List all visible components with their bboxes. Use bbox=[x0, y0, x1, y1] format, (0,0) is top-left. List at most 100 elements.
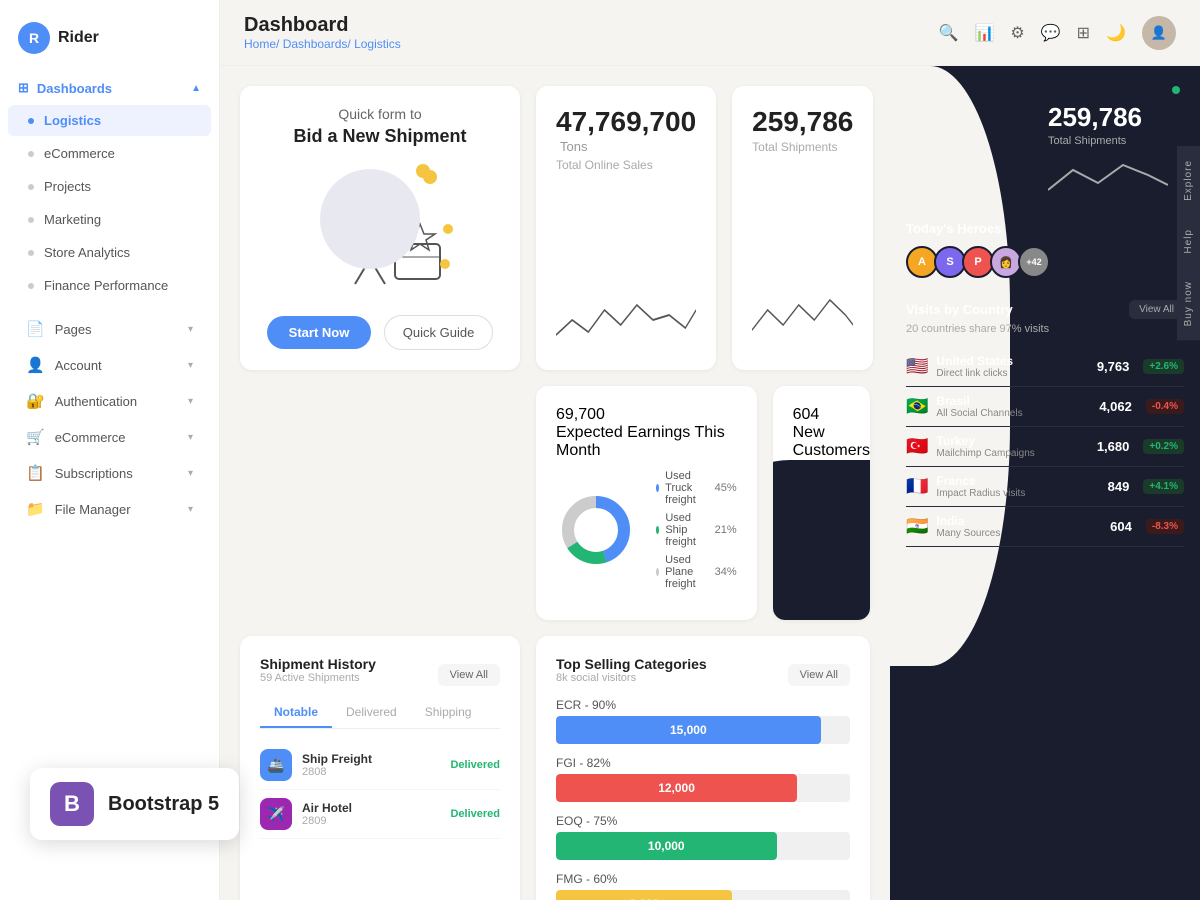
shipment-tabs: Notable Delivered Shipping bbox=[260, 698, 500, 729]
visits-view-all-button[interactable]: View All bbox=[1129, 300, 1184, 319]
main-area: Dashboard Home/ Dashboards/ Logistics 🔍 … bbox=[220, 0, 1200, 900]
sidebar-item-file-manager[interactable]: 📁 File Manager ▾ bbox=[8, 492, 211, 526]
right-heroes-section: Today's Heroes A S P 👩 +42 bbox=[890, 221, 1200, 288]
dashboards-label: Dashboards bbox=[37, 81, 112, 96]
header: Dashboard Home/ Dashboards/ Logistics 🔍 … bbox=[220, 0, 1200, 66]
visits-header: Visits by Country View All bbox=[906, 300, 1184, 319]
breadcrumb: Home/ Dashboards/ Logistics bbox=[244, 37, 401, 51]
country-info-us: United States Direct link clicks bbox=[936, 354, 1088, 379]
right-hero-more: +42 bbox=[1018, 246, 1050, 278]
categories-view-all-button[interactable]: View All bbox=[788, 664, 850, 686]
online-sales-card: 47,769,700 Tons Total Online Sales bbox=[536, 86, 716, 370]
cat-fill-ecr: 15,000 bbox=[556, 716, 821, 744]
donut-legend: Used Truck freight 45% Used Ship freight… bbox=[656, 470, 737, 590]
sidebar-item-logistics[interactable]: Logistics bbox=[8, 105, 211, 136]
country-tr: 🇹🇷 Turkey Mailchimp Campaigns 1,680 +0.2… bbox=[906, 427, 1184, 467]
categories-bars: ECR - 90% 15,000 FGI - 82% 12,000 bbox=[556, 698, 850, 900]
sidebar-item-marketing[interactable]: Marketing bbox=[8, 204, 211, 235]
shipment-history-card: Shipment History 59 Active Shipments Vie… bbox=[240, 636, 520, 900]
logo-name: Rider bbox=[58, 29, 99, 47]
tab-notable[interactable]: Notable bbox=[260, 698, 332, 728]
customers-number: 604 bbox=[793, 406, 820, 423]
sidebar-item-account[interactable]: 👤 Account ▾ bbox=[8, 348, 211, 382]
online-sales-unit: Tons bbox=[560, 139, 587, 154]
sidebar-item-ecommerce2[interactable]: 🛒 eCommerce ▾ bbox=[8, 420, 211, 454]
legend-truck: Used Truck freight 45% bbox=[656, 470, 737, 506]
flag-fr: 🇫🇷 bbox=[906, 476, 928, 497]
flag-us: 🇺🇸 bbox=[906, 356, 928, 377]
country-info-in: India Many Sources bbox=[936, 514, 1102, 539]
user-avatar[interactable]: 👤 bbox=[1142, 16, 1176, 50]
sidebar-item-store-analytics[interactable]: Store Analytics bbox=[8, 237, 211, 268]
buy-now-button[interactable]: Buy now bbox=[1177, 267, 1200, 340]
visits-section: Visits by Country View All 20 countries … bbox=[890, 288, 1200, 900]
earnings-number: 69,700 bbox=[556, 406, 737, 424]
shipment-view-all-button[interactable]: View All bbox=[438, 664, 500, 686]
tab-delivered[interactable]: Delivered bbox=[332, 698, 411, 728]
help-button[interactable]: Help bbox=[1177, 215, 1200, 268]
shipments-card: 259,786 Total Shipments bbox=[732, 86, 873, 370]
change-in: -8.3% bbox=[1146, 519, 1184, 534]
online-sales-label: Total Online Sales bbox=[556, 158, 696, 172]
categories-title: Top Selling Categories bbox=[556, 656, 707, 672]
header-left: Dashboard Home/ Dashboards/ Logistics bbox=[244, 14, 401, 51]
earnings-card: 69,700 Expected Earnings This Month bbox=[536, 386, 757, 620]
sidebar-item-authentication[interactable]: 🔐 Authentication ▾ bbox=[8, 384, 211, 418]
cat-bar-fgi: FGI - 82% 12,000 bbox=[556, 756, 850, 802]
search-icon[interactable]: 🔍 bbox=[939, 23, 959, 43]
sidebar-item-ecommerce[interactable]: eCommerce bbox=[8, 138, 211, 169]
message-icon[interactable]: 💬 bbox=[1041, 23, 1061, 43]
quick-form-card: Quick form to Bid a New Shipment bbox=[240, 86, 520, 370]
sidebar-item-pages[interactable]: 📄 Pages ▾ bbox=[8, 312, 211, 346]
quick-form-title: Bid a New Shipment bbox=[293, 126, 466, 147]
grid-icon[interactable]: ⊞ bbox=[1077, 23, 1090, 43]
logo[interactable]: R Rider bbox=[0, 10, 219, 72]
cat-bar-ecr: ECR - 90% 15,000 bbox=[556, 698, 850, 744]
shipment-item-2: ✈️ Air Hotel 2809 Delivered bbox=[260, 790, 500, 839]
shipment-history-title: Shipment History bbox=[260, 656, 376, 672]
tab-shipping[interactable]: Shipping bbox=[411, 698, 486, 728]
visits-title: Visits by Country bbox=[906, 302, 1013, 317]
logo-circle: R bbox=[18, 22, 50, 54]
ship-name-2: Air Hotel bbox=[302, 801, 440, 815]
change-fr: +4.1% bbox=[1143, 479, 1184, 494]
ship-info-2: Air Hotel 2809 bbox=[302, 801, 440, 827]
visits-subtitle: 20 countries share 97% visits bbox=[906, 323, 1184, 335]
categories-header: Top Selling Categories 8k social visitor… bbox=[556, 656, 850, 694]
change-us: +2.6% bbox=[1143, 359, 1184, 374]
country-br: 🇧🇷 Brasil All Social Channels 4,062 -0.4… bbox=[906, 387, 1184, 427]
right-heroes-title: Today's Heroes bbox=[906, 221, 1184, 236]
content-area: Quick form to Bid a New Shipment bbox=[220, 66, 1200, 900]
sidebar-group-dashboards[interactable]: ⊞ Dashboards ▲ bbox=[0, 72, 219, 104]
sidebar-item-projects[interactable]: Projects bbox=[8, 171, 211, 202]
center-panel: Quick form to Bid a New Shipment bbox=[220, 66, 890, 900]
second-row: 69,700 Expected Earnings This Month bbox=[240, 386, 870, 620]
chart-icon[interactable]: 📊 bbox=[974, 23, 994, 43]
shipments-number: 259,786 bbox=[752, 106, 853, 137]
start-now-button[interactable]: Start Now bbox=[267, 316, 372, 349]
cat-fill-fgi: 12,000 bbox=[556, 774, 797, 802]
ship-id-1: 2808 bbox=[302, 766, 440, 778]
bottom-cards-row: Shipment History 59 Active Shipments Vie… bbox=[240, 636, 870, 900]
country-in: 🇮🇳 India Many Sources 604 -8.3% bbox=[906, 507, 1184, 547]
quick-guide-button[interactable]: Quick Guide bbox=[384, 315, 494, 350]
bootstrap-watermark: B Bootstrap 5 bbox=[30, 768, 239, 840]
sidebar-item-subscriptions[interactable]: 📋 Subscriptions ▾ bbox=[8, 456, 211, 490]
customers-card: 604 New Customers This Month Today's Her… bbox=[773, 386, 870, 620]
bootstrap-logo: B bbox=[50, 782, 94, 826]
sidebar-item-finance-performance[interactable]: Finance Performance bbox=[8, 270, 211, 301]
explore-button[interactable]: Explore bbox=[1177, 146, 1200, 215]
shipment-history-header: Shipment History 59 Active Shipments Vie… bbox=[260, 656, 500, 694]
ship-icon-1: 🚢 bbox=[260, 749, 292, 781]
categories-card: Top Selling Categories 8k social visitor… bbox=[536, 636, 870, 900]
right-shipments-lbl: Total Shipments bbox=[1048, 135, 1168, 147]
settings-icon[interactable]: ⚙ bbox=[1010, 23, 1024, 43]
country-info-fr: France Impact Radius visits bbox=[936, 474, 1099, 499]
dark-mode-toggle[interactable]: 🌙 bbox=[1106, 23, 1126, 43]
online-sales-number: 47,769,700 bbox=[556, 106, 696, 137]
quick-form-buttons: Start Now Quick Guide bbox=[267, 315, 494, 350]
cat-fill-eoq: 10,000 bbox=[556, 832, 777, 860]
sidebar: R Rider ⊞ Dashboards ▲ Logistics eCommer… bbox=[0, 0, 220, 900]
legend-ship: Used Ship freight 21% bbox=[656, 512, 737, 548]
shipment-history-subtitle: 59 Active Shipments bbox=[260, 672, 376, 684]
